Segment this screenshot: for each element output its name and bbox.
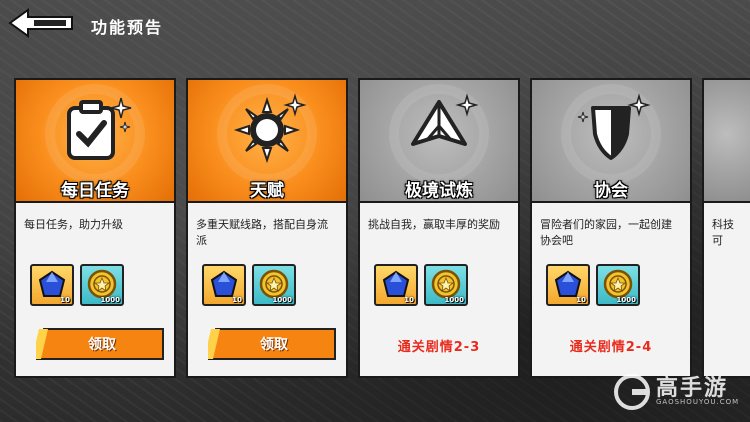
coin-reward[interactable]: 1000 (424, 264, 468, 306)
card-description: 多重天赋线路，搭配自身流派 (196, 218, 328, 247)
coin-reward[interactable]: 1000 (596, 264, 640, 306)
guild-shield-icon (571, 90, 651, 170)
coin-reward[interactable]: 1000 (80, 264, 124, 306)
gem-reward[interactable]: 10 (546, 264, 590, 306)
reward-list: 10 1000 (546, 264, 646, 306)
back-button[interactable] (6, 6, 76, 40)
back-arrow-icon (8, 8, 73, 38)
feature-card-list: 每日任务 每日任务，助力升级 10 1000 领取 天赋 多重天赋线路，搭配自身… (14, 78, 750, 378)
card-header: 协会 (532, 80, 690, 203)
reward-count: 1000 (272, 296, 292, 304)
watermark-subtext: GAOSHOUYOU.COM (656, 398, 740, 406)
card-description: 挑战自我，赢取丰厚的奖励 (368, 218, 500, 231)
reward-list: 10 1000 (202, 264, 302, 306)
daily-task-clipboard-icon (55, 90, 135, 170)
card-description: 科技可 (712, 218, 734, 247)
reward-list: 10 1000 (374, 264, 474, 306)
feature-card-guild: 协会 冒险者们的家园，一起创建协会吧 10 1000 通关剧情2-4 (530, 78, 692, 378)
card-title: 极境试炼 (405, 181, 473, 201)
claim-label: 领取 (260, 337, 288, 353)
gem-reward[interactable]: 10 (374, 264, 418, 306)
card-title: 天赋 (250, 181, 284, 201)
card-header: 天赋 (188, 80, 346, 203)
coin-reward[interactable]: 1000 (252, 264, 296, 306)
feature-card-trial: 极境试炼 挑战自我，赢取丰厚的奖励 10 1000 通关剧情2-3 (358, 78, 520, 378)
reward-count: 10 (60, 296, 70, 304)
claim-button[interactable]: 领取 (208, 328, 336, 360)
reward-count: 10 (404, 296, 414, 304)
claim-label: 领取 (88, 337, 116, 353)
site-watermark: 高手游 GAOSHOUYOU.COM (612, 368, 742, 416)
reward-count: 1000 (100, 296, 120, 304)
gem-reward[interactable]: 10 (202, 264, 246, 306)
card-header: 极境试炼 (360, 80, 518, 203)
feature-card-tech: 科技可 (702, 78, 750, 378)
reward-count: 1000 (616, 296, 636, 304)
talent-gear-sun-icon (227, 90, 307, 170)
card-description: 冒险者们的家园，一起创建协会吧 (540, 218, 672, 247)
card-header: 每日任务 (16, 80, 174, 203)
reward-count: 10 (576, 296, 586, 304)
card-title: 每日任务 (61, 181, 129, 201)
claim-button[interactable]: 领取 (36, 328, 164, 360)
card-description: 每日任务，助力升级 (24, 218, 123, 231)
page-title: 功能预告 (91, 18, 164, 37)
card-title: 协会 (594, 181, 628, 201)
unlock-requirement: 通关剧情2-3 (397, 340, 481, 355)
unlock-requirement: 通关剧情2-4 (569, 340, 653, 355)
feature-card-talent: 天赋 多重天赋线路，搭配自身流派 10 1000 领取 (186, 78, 348, 378)
watermark-logo-icon (614, 374, 650, 410)
card-header (704, 80, 750, 203)
top-bar: 功能预告 (0, 0, 750, 48)
reward-list: 10 1000 (30, 264, 130, 306)
feature-card-daily-task: 每日任务 每日任务，助力升级 10 1000 领取 (14, 78, 176, 378)
reward-count: 1000 (444, 296, 464, 304)
gem-reward[interactable]: 10 (30, 264, 74, 306)
reward-count: 10 (232, 296, 242, 304)
trial-paper-plane-icon (399, 90, 479, 170)
